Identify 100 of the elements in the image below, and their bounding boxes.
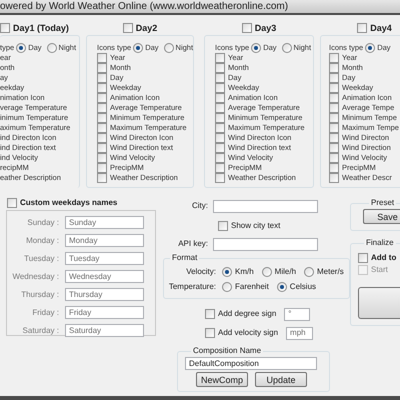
checkbox[interactable] bbox=[97, 53, 107, 63]
checkbox[interactable] bbox=[329, 113, 339, 123]
radio-button[interactable] bbox=[133, 43, 144, 53]
checkbox[interactable] bbox=[329, 103, 339, 113]
checkbox[interactable] bbox=[329, 53, 339, 63]
field-label: City: bbox=[191, 201, 209, 211]
input-field[interactable]: mph bbox=[286, 326, 314, 340]
radio-button[interactable] bbox=[251, 43, 262, 53]
radio-label: Km/h bbox=[235, 266, 254, 276]
checkbox[interactable] bbox=[358, 253, 368, 263]
checkbox[interactable] bbox=[97, 63, 107, 73]
radio-button[interactable] bbox=[222, 266, 232, 276]
field-label: Thursday : bbox=[20, 290, 59, 300]
checkbox[interactable] bbox=[329, 123, 339, 133]
button[interactable]: Save bbox=[363, 209, 400, 224]
radio-button[interactable] bbox=[304, 266, 314, 276]
input-field[interactable]: Monday bbox=[65, 234, 144, 247]
checkbox[interactable] bbox=[329, 83, 339, 93]
group-title: Composition Name bbox=[192, 346, 262, 356]
button[interactable]: NewComp bbox=[196, 372, 248, 387]
input-field[interactable]: Friday bbox=[65, 306, 144, 319]
checkbox[interactable] bbox=[97, 103, 107, 113]
radio-button[interactable] bbox=[222, 282, 232, 292]
checkbox[interactable] bbox=[215, 103, 225, 113]
checkbox[interactable] bbox=[97, 173, 107, 183]
checkbox[interactable] bbox=[97, 123, 107, 133]
checkbox[interactable] bbox=[97, 153, 107, 163]
checkbox[interactable] bbox=[215, 63, 225, 73]
composition-field[interactable]: DefaultComposition bbox=[185, 357, 317, 370]
radio-label: Mile/h bbox=[274, 266, 296, 276]
checkbox[interactable] bbox=[329, 133, 339, 143]
checkbox[interactable] bbox=[215, 113, 225, 123]
radio-label: Farenheit bbox=[235, 282, 269, 292]
day-label: Day2 bbox=[136, 23, 158, 33]
checkbox[interactable] bbox=[97, 143, 107, 153]
button[interactable]: Update bbox=[255, 372, 307, 387]
radio-button[interactable] bbox=[365, 43, 376, 53]
checkbox[interactable] bbox=[357, 23, 368, 33]
button[interactable] bbox=[358, 287, 400, 319]
checkbox[interactable] bbox=[215, 163, 225, 173]
checkbox[interactable] bbox=[329, 163, 339, 173]
checkbox[interactable] bbox=[97, 133, 107, 143]
checkbox-label: Start bbox=[371, 265, 388, 275]
radio-button[interactable] bbox=[46, 43, 57, 53]
checkbox[interactable] bbox=[215, 83, 225, 93]
field-label: Saturday : bbox=[22, 326, 59, 336]
checkbox[interactable] bbox=[0, 23, 10, 33]
checkbox[interactable] bbox=[329, 73, 339, 83]
group-title: Preset bbox=[370, 198, 396, 208]
checkbox[interactable] bbox=[97, 93, 107, 103]
checkbox[interactable] bbox=[205, 309, 215, 319]
input-field[interactable]: Tuesday bbox=[65, 252, 144, 265]
checkbox[interactable] bbox=[97, 83, 107, 93]
day-label: Day3 bbox=[254, 23, 276, 33]
checkbox-label: Add velocity sign bbox=[218, 328, 278, 338]
field-label: Friday : bbox=[31, 308, 59, 318]
checkbox-label: Add degree sign bbox=[218, 309, 276, 319]
checkbox[interactable] bbox=[329, 173, 339, 183]
checkbox[interactable] bbox=[215, 143, 225, 153]
checkbox[interactable] bbox=[215, 53, 225, 63]
radio-button[interactable] bbox=[276, 282, 287, 292]
checkbox[interactable] bbox=[97, 163, 107, 173]
field-label: Wednesday : bbox=[11, 272, 59, 282]
input-field[interactable]: Wednesday bbox=[65, 270, 144, 283]
checkbox[interactable] bbox=[215, 133, 225, 143]
field-label: Tuesday : bbox=[23, 254, 59, 264]
input-field[interactable]: ° bbox=[284, 308, 310, 320]
field-label: API key: bbox=[177, 239, 209, 249]
radio-label: Meter/s bbox=[317, 266, 344, 276]
city-field[interactable] bbox=[213, 200, 318, 212]
checkbox[interactable] bbox=[218, 221, 228, 231]
field-label: Monday : bbox=[25, 236, 59, 246]
checkbox[interactable] bbox=[329, 93, 339, 103]
api-key-field[interactable] bbox=[213, 238, 318, 250]
checkbox[interactable] bbox=[215, 173, 225, 183]
checkbox[interactable] bbox=[97, 73, 107, 83]
checkbox[interactable] bbox=[205, 328, 215, 338]
checkbox[interactable] bbox=[215, 123, 225, 133]
radio-button[interactable] bbox=[282, 43, 292, 53]
checkbox[interactable] bbox=[7, 198, 17, 208]
checkbox[interactable] bbox=[97, 113, 107, 123]
checkbox[interactable] bbox=[215, 73, 225, 83]
checkbox[interactable] bbox=[329, 63, 339, 73]
group-title: Finalize bbox=[365, 238, 395, 248]
input-field[interactable]: Thursday bbox=[65, 288, 144, 301]
checkbox[interactable] bbox=[215, 93, 225, 103]
radio-button[interactable] bbox=[164, 43, 174, 53]
day-label: Day4 bbox=[370, 23, 392, 33]
title-text: owered by World Weather Online (www.worldweatheronline.com) bbox=[0, 2, 288, 12]
checkbox[interactable] bbox=[242, 23, 252, 33]
field-label: Sunday : bbox=[26, 218, 59, 228]
radio-button[interactable] bbox=[262, 266, 272, 276]
input-field[interactable]: Sunday bbox=[65, 216, 144, 229]
checkbox[interactable] bbox=[329, 153, 339, 163]
radio-button[interactable] bbox=[16, 43, 26, 53]
checkbox[interactable] bbox=[215, 153, 225, 163]
checkbox[interactable] bbox=[122, 23, 133, 33]
group-title: Format bbox=[171, 253, 198, 263]
checkbox[interactable] bbox=[329, 143, 339, 153]
input-field[interactable]: Saturday bbox=[65, 324, 144, 337]
